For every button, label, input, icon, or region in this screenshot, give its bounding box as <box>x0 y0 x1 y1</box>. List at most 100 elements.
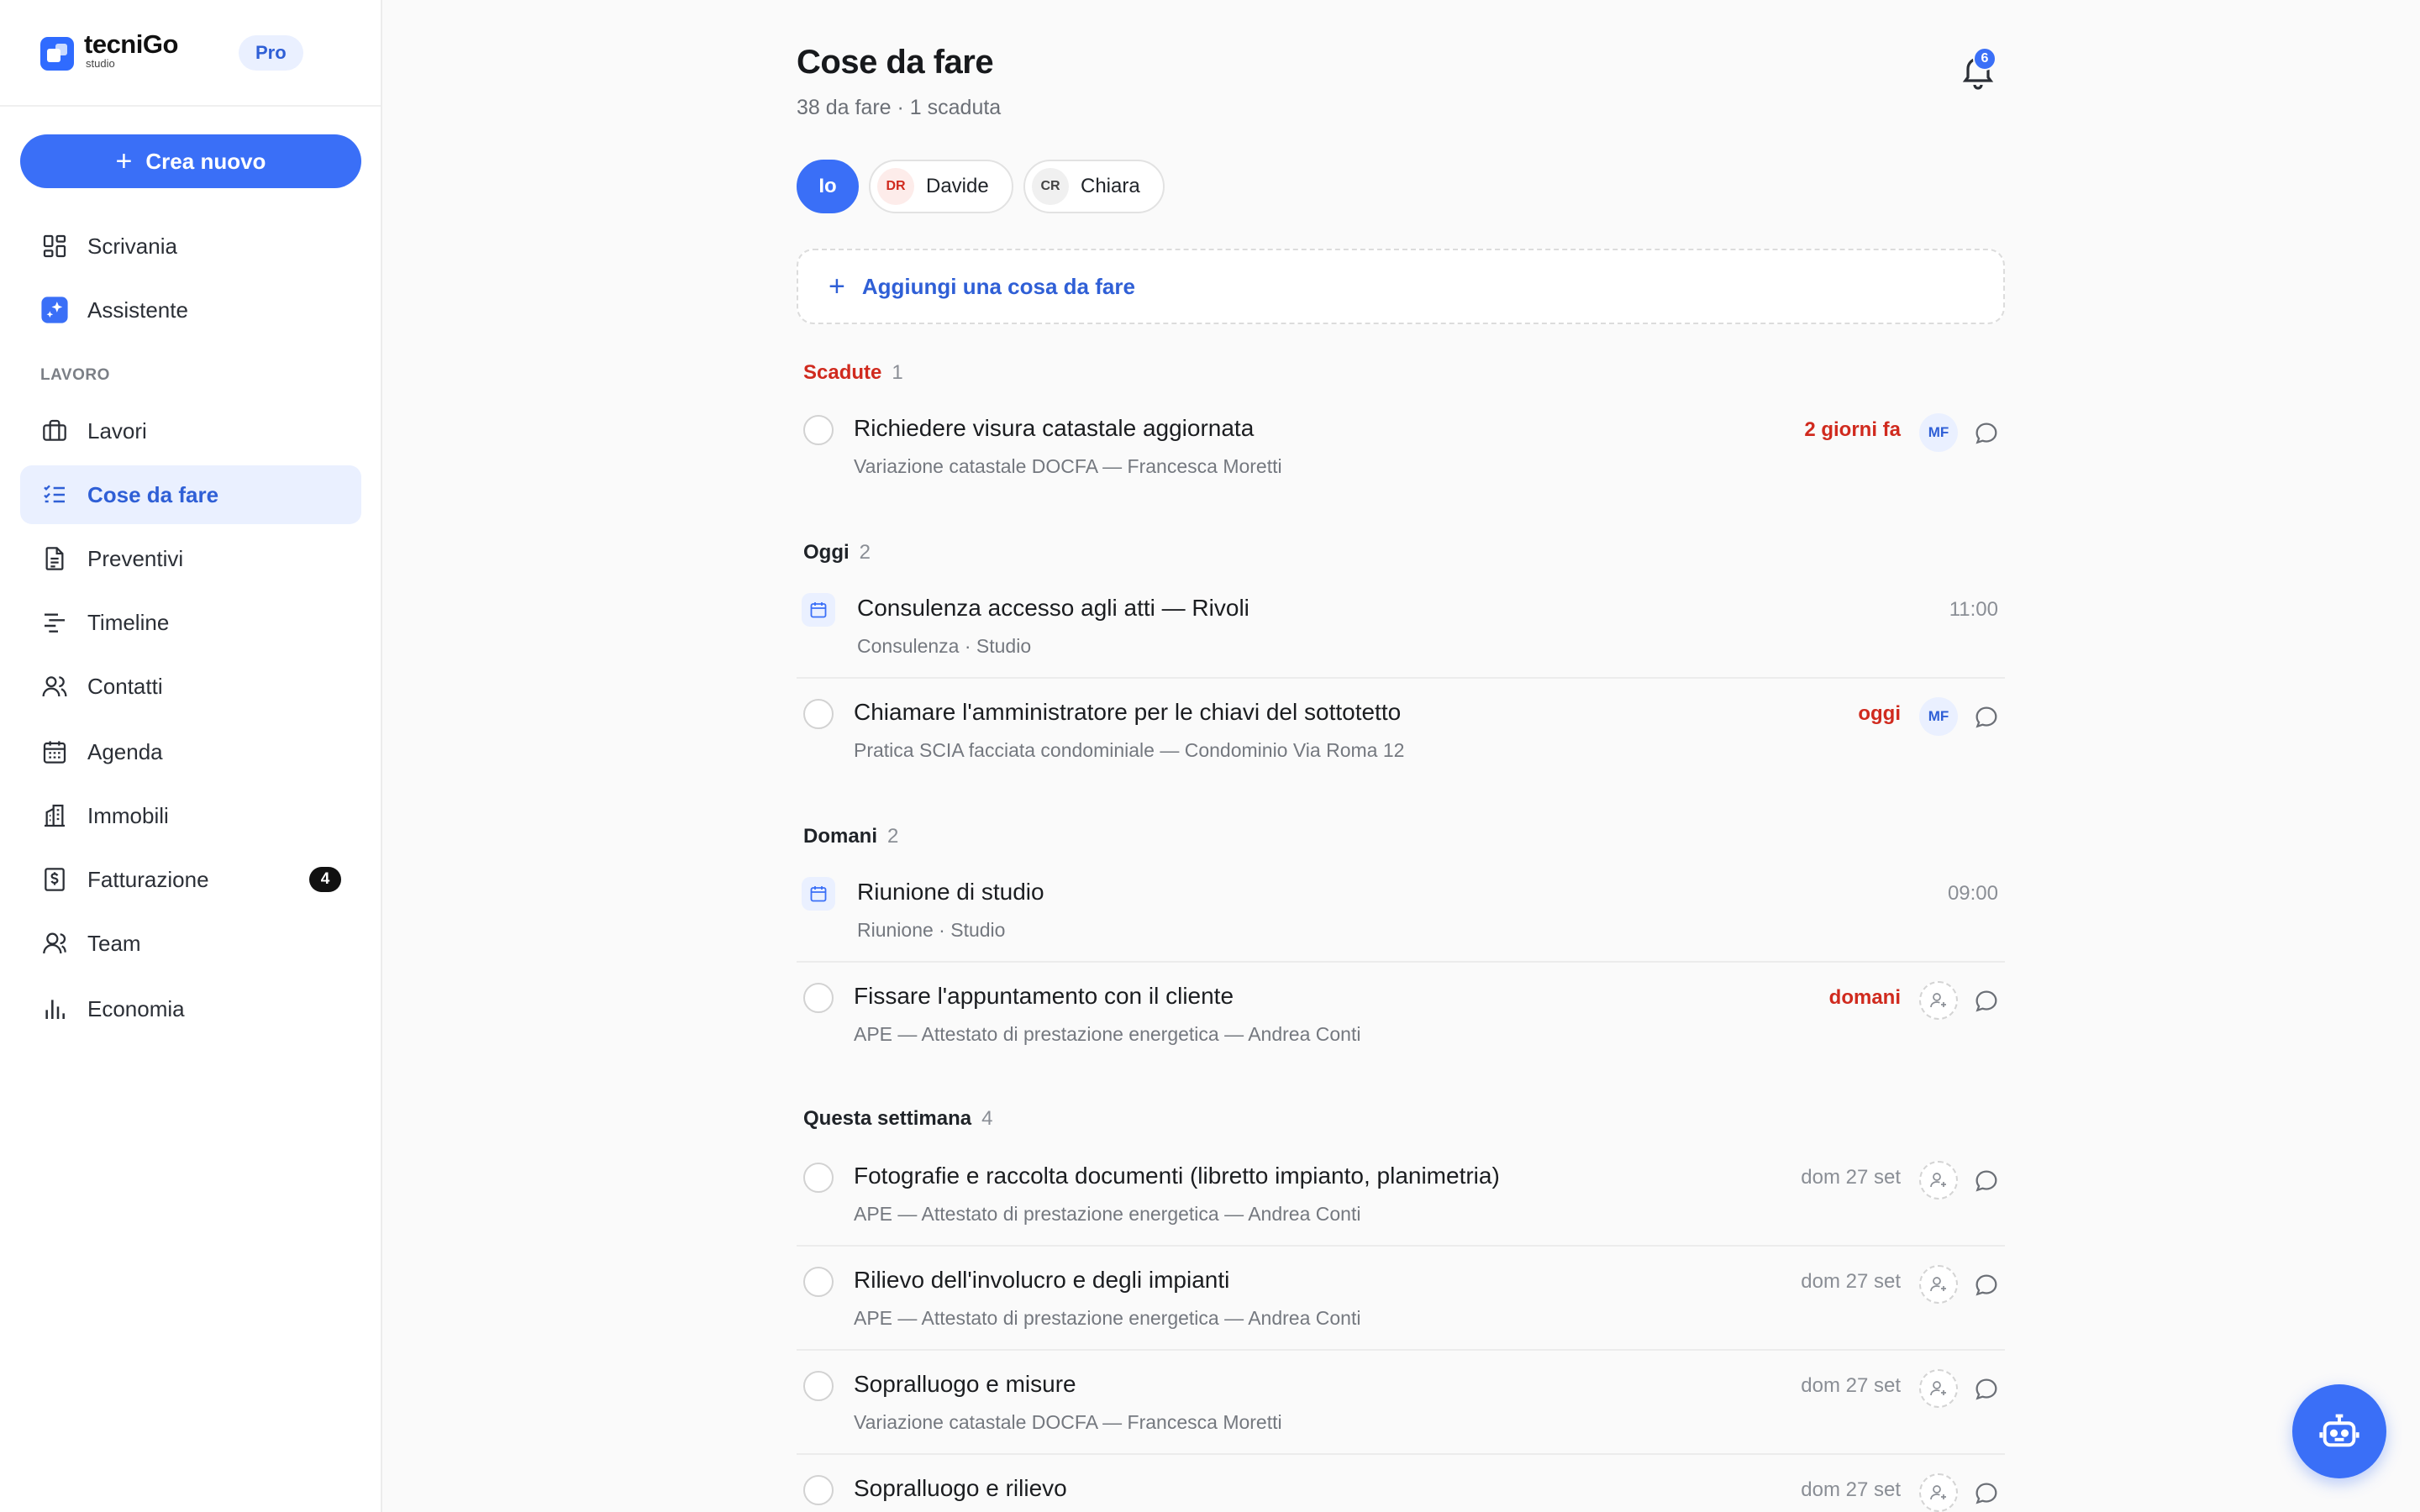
assign-user-button[interactable] <box>1919 1265 1958 1304</box>
invoice-icon <box>40 865 69 894</box>
invoice-count-badge: 4 <box>309 867 341 892</box>
assign-user-button[interactable] <box>1919 981 1958 1020</box>
filter-chip-label: Davide <box>926 175 989 197</box>
add-task-label: Aggiungi una cosa da fare <box>861 273 1135 299</box>
event-meta: Riunione · Studio <box>857 919 1006 941</box>
sidebar-item-lavori[interactable]: Lavori <box>20 402 361 460</box>
comment-icon[interactable] <box>1973 1376 2000 1403</box>
task-row[interactable]: Fissare l'appuntamento con il cliente AP… <box>797 964 2005 1067</box>
task-row[interactable]: Richiedere visura catastale aggiornata V… <box>797 396 2005 499</box>
comment-icon[interactable] <box>1973 1168 2000 1194</box>
user-plus-icon <box>1930 1381 1946 1396</box>
sidebar-item-agenda[interactable]: Agenda <box>20 722 361 781</box>
sidebar-item-economia[interactable]: Economia <box>20 979 361 1038</box>
event-calendar-icon <box>802 593 835 627</box>
assistant-fab-button[interactable] <box>2292 1384 2386 1478</box>
assign-user-button[interactable] <box>1919 1369 1958 1408</box>
sidebar-item-label: Contatti <box>87 673 163 699</box>
sidebar-item-timeline[interactable]: Timeline <box>20 593 361 652</box>
task-checkbox[interactable] <box>803 983 834 1013</box>
plan-badge: Pro <box>239 35 303 71</box>
task-assignee-avatar[interactable]: MF <box>1919 697 1958 736</box>
sidebar-item-assistente[interactable]: Assistente <box>20 281 361 339</box>
task-checkbox[interactable] <box>803 1475 834 1505</box>
sidebar-item-team[interactable]: Team <box>20 914 361 973</box>
assign-user-button[interactable] <box>1919 1473 1958 1512</box>
plus-icon: + <box>115 145 133 177</box>
task-title: Fotografie e raccolta documenti (librett… <box>854 1163 1500 1189</box>
sidebar-item-label: Lavori <box>87 417 147 444</box>
sidebar-item-label: Agenda <box>87 738 163 764</box>
sidebar-item-immobili[interactable]: Immobili <box>20 786 361 845</box>
task-due: 2 giorni fa <box>1804 418 1901 441</box>
task-row[interactable]: Fotografie e raccolta documenti (librett… <box>797 1144 2005 1247</box>
event-row[interactable]: Consulenza accesso agli atti — Rivoli Co… <box>797 576 2005 679</box>
task-title: Fissare l'appuntamento con il cliente <box>854 983 1234 1009</box>
task-title: Sopralluogo e misure <box>854 1371 1076 1397</box>
event-row[interactable]: Riunione di studio Riunione · Studio 09:… <box>797 860 2005 963</box>
event-time: 11:00 <box>1949 598 1998 621</box>
group-header-today: Oggi 2 <box>803 541 871 564</box>
task-due: domani <box>1828 986 1901 1009</box>
sidebar-item-preventivi[interactable]: Preventivi <box>20 529 361 588</box>
user-plus-icon <box>1930 993 1946 1008</box>
sidebar-item-fatturazione[interactable]: Fatturazione 4 <box>20 850 361 909</box>
sidebar-item-label: Scrivania <box>87 233 177 259</box>
brand-logo[interactable]: tecniGo studio <box>40 30 178 77</box>
event-title: Riunione di studio <box>857 879 1044 905</box>
sidebar-item-contatti[interactable]: Contatti <box>20 657 361 716</box>
sidebar-item-scrivania[interactable]: Scrivania <box>20 217 361 276</box>
chart-icon <box>40 995 69 1023</box>
create-new-label: Crea nuovo <box>145 148 266 174</box>
sparkle-icon <box>40 296 69 324</box>
timeline-icon <box>40 608 69 637</box>
building-icon <box>40 801 69 830</box>
task-checkbox[interactable] <box>803 415 834 445</box>
task-row[interactable]: Sopralluogo e misure Variazione catastal… <box>797 1352 2005 1455</box>
task-checkbox[interactable] <box>803 1371 834 1401</box>
task-row[interactable]: Sopralluogo e rilievo dom 27 set <box>797 1457 2005 1512</box>
user-plus-icon <box>1930 1485 1946 1500</box>
task-project: APE — Attestato di prestazione energetic… <box>854 1307 1361 1329</box>
sidebar-item-label: Immobili <box>87 802 169 828</box>
task-assignee-avatar[interactable]: MF <box>1919 413 1958 452</box>
team-icon <box>40 929 69 958</box>
task-row[interactable]: Rilievo dell'involucro e degli impianti … <box>797 1248 2005 1351</box>
add-task-button[interactable]: + Aggiungi una cosa da fare <box>797 249 2005 324</box>
comment-icon[interactable] <box>1973 1480 2000 1507</box>
task-title: Rilievo dell'involucro e degli impianti <box>854 1267 1230 1293</box>
sidebar-item-label: Timeline <box>87 609 170 635</box>
plus-icon: + <box>829 270 845 302</box>
comment-icon[interactable] <box>1973 988 2000 1015</box>
filter-chip-me[interactable]: Io <box>797 160 859 213</box>
users-icon <box>40 672 69 701</box>
group-header-this-week: Questa settimana 4 <box>803 1107 993 1130</box>
sidebar-item-label: Assistente <box>87 297 188 323</box>
task-row[interactable]: Chiamare l'amministratore per le chiavi … <box>797 680 2005 783</box>
comment-icon[interactable] <box>1973 704 2000 731</box>
group-header-overdue: Scadute 1 <box>803 361 903 384</box>
sidebar-item-label: Cose da fare <box>87 481 219 507</box>
page-title: Cose da fare <box>797 44 994 81</box>
dashboard-icon <box>40 232 69 260</box>
task-checkbox[interactable] <box>803 1163 834 1193</box>
sidebar-item-cose-da-fare[interactable]: Cose da fare <box>20 465 361 524</box>
sidebar-section-label: LAVORO <box>40 366 110 384</box>
sidebar-divider <box>0 105 381 107</box>
task-checkbox[interactable] <box>803 1267 834 1297</box>
comment-icon[interactable] <box>1973 420 2000 447</box>
notification-count-badge: 6 <box>1973 47 1996 71</box>
task-due: dom 27 set <box>1801 1478 1901 1501</box>
assign-user-button[interactable] <box>1919 1161 1958 1200</box>
filter-chip-davide[interactable]: DR Davide <box>869 160 1013 213</box>
task-checkbox[interactable] <box>803 699 834 729</box>
filter-chip-chiara[interactable]: CR Chiara <box>1023 160 1165 213</box>
brand-name: tecniGo <box>84 29 178 59</box>
brand-sub: studio <box>86 57 115 70</box>
event-meta: Consulenza · Studio <box>857 635 1032 657</box>
task-title: Sopralluogo e rilievo <box>854 1475 1067 1501</box>
sidebar-item-label: Economia <box>87 995 185 1021</box>
avatar: DR <box>877 168 914 205</box>
comment-icon[interactable] <box>1973 1272 2000 1299</box>
create-new-button[interactable]: + Crea nuovo <box>20 134 361 188</box>
